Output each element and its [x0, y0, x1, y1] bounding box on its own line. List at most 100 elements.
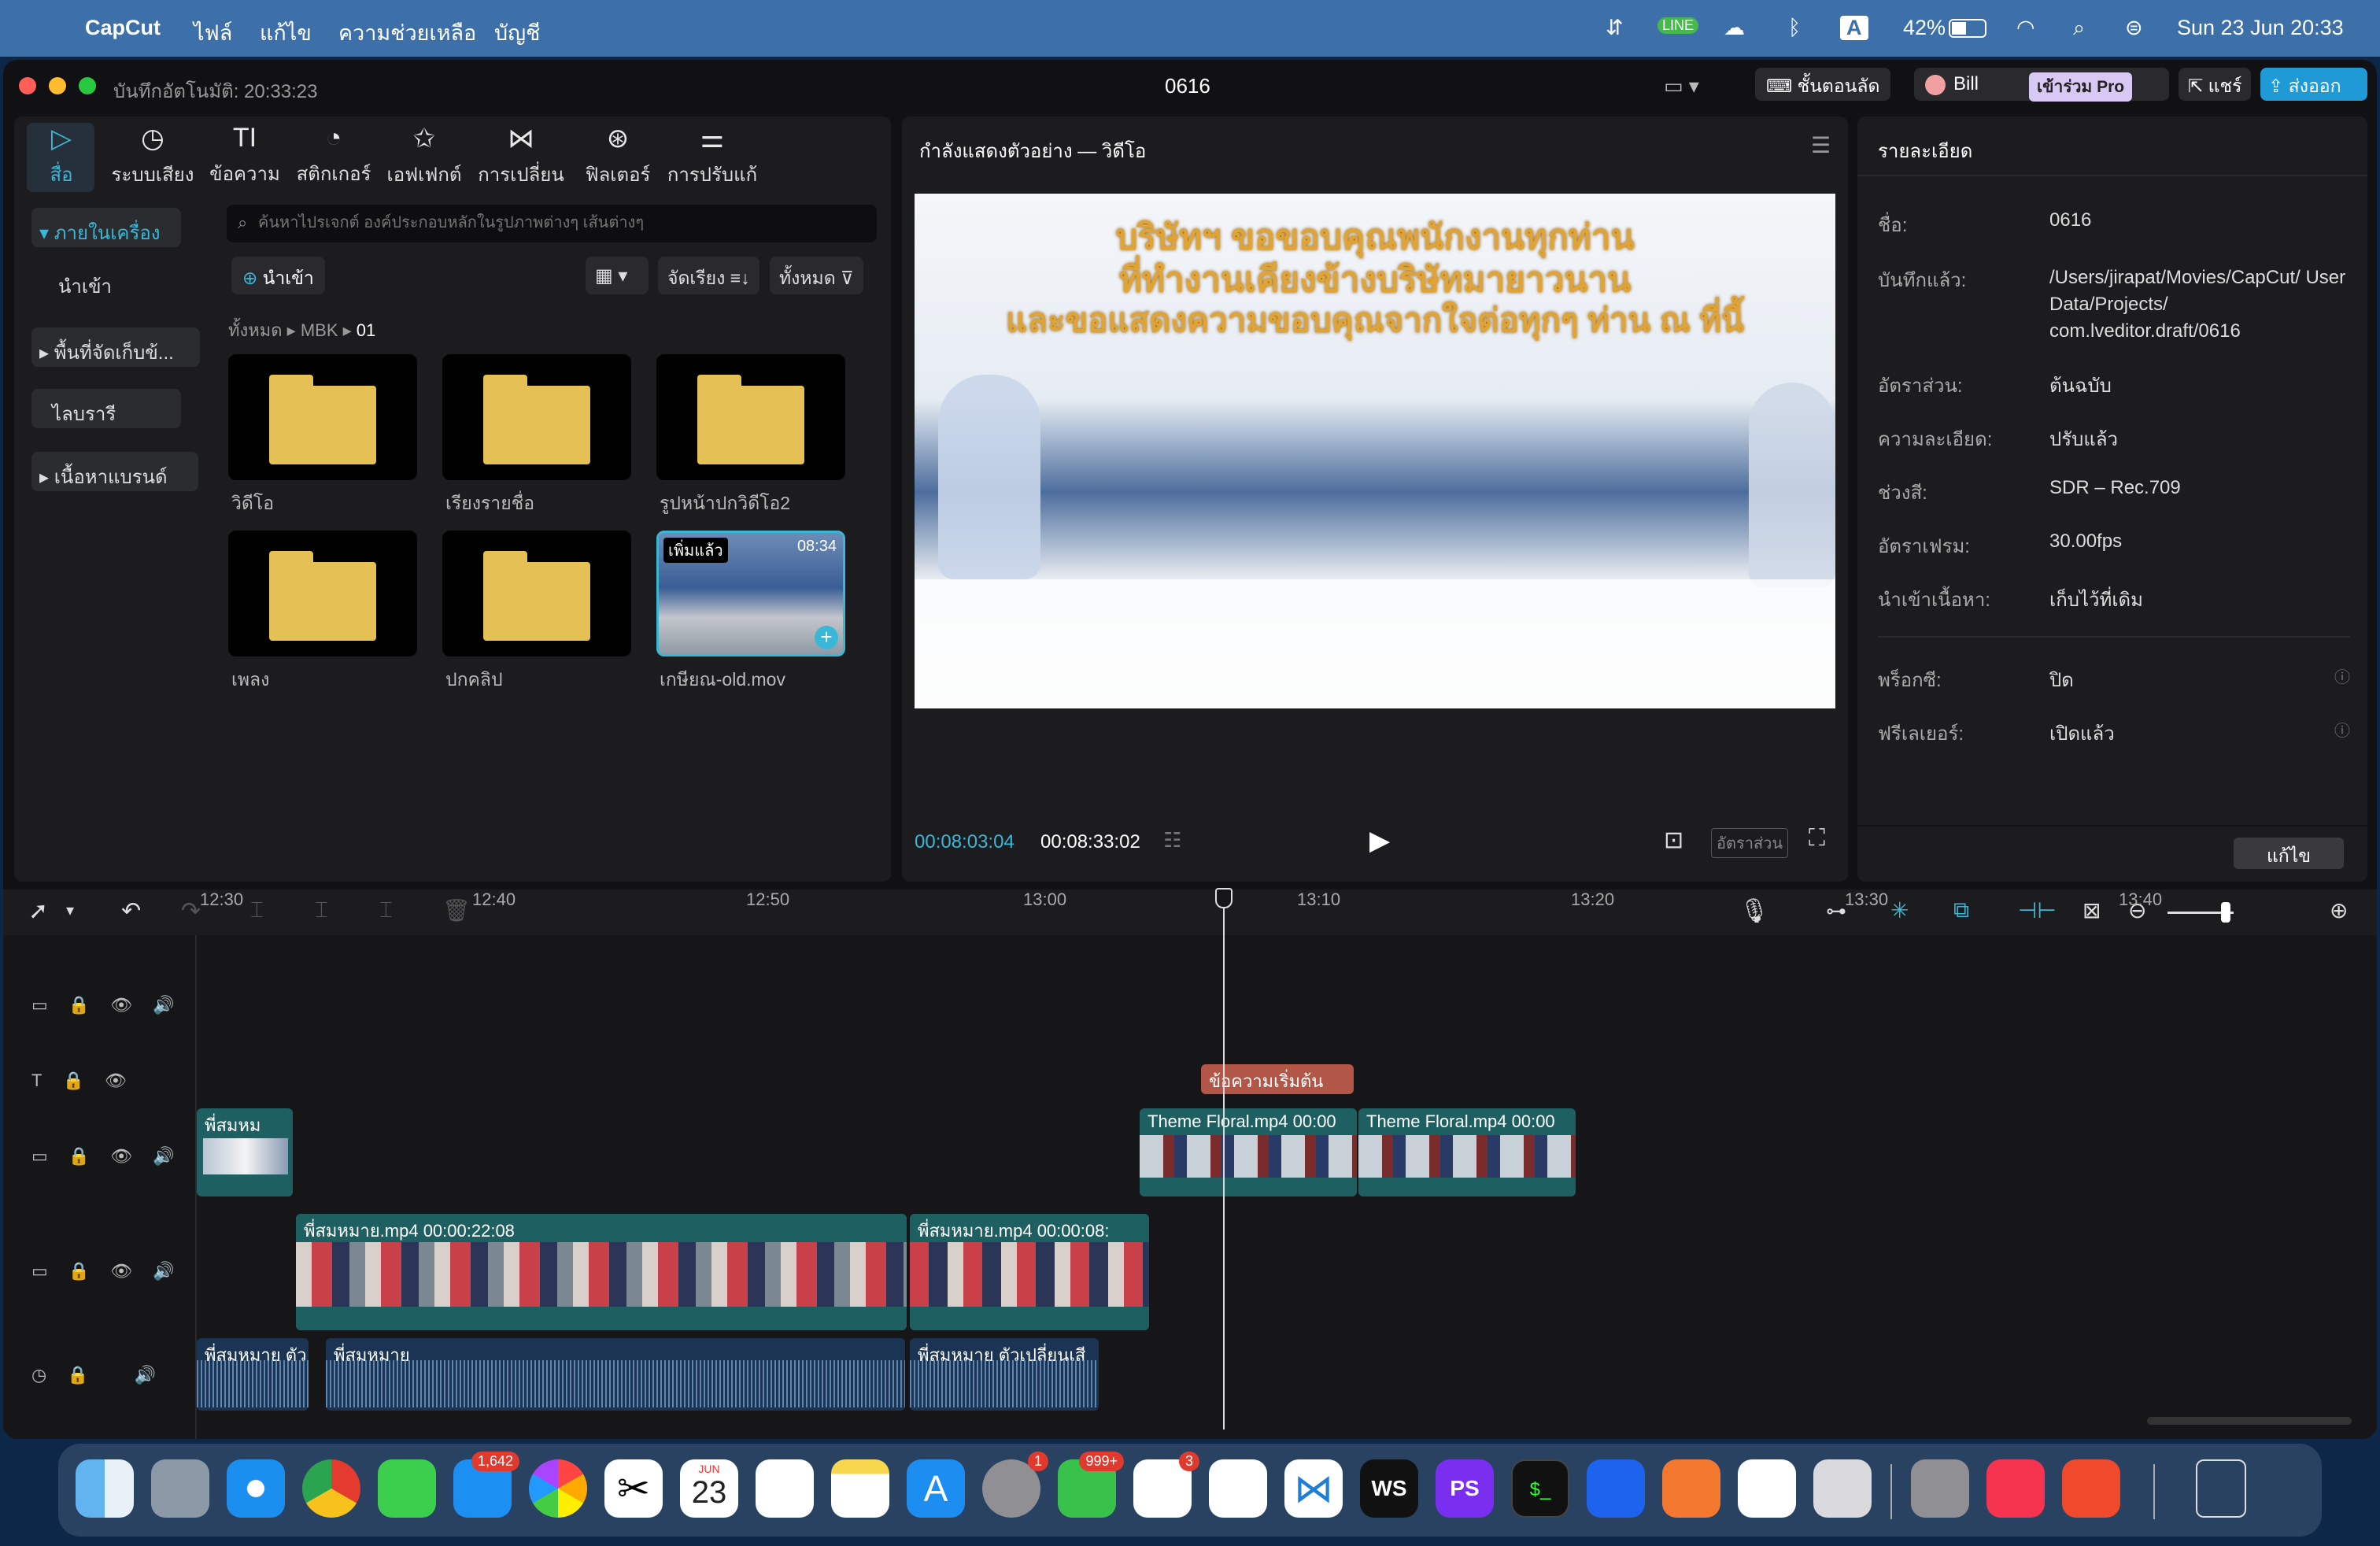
control-center-icon[interactable]: ⊜ — [2125, 16, 2143, 40]
minimize-button[interactable] — [49, 77, 66, 94]
info-icon[interactable]: ⓘ — [2334, 664, 2350, 687]
info-icon[interactable]: ⓘ — [2334, 718, 2350, 741]
filter-button[interactable]: ทั้งหมด ⊽ — [770, 257, 863, 294]
webstorm-icon[interactable]: WS — [1360, 1459, 1418, 1518]
breadcrumb-mbk[interactable]: MBK — [301, 320, 338, 340]
undo-icon[interactable]: ↶ — [121, 897, 141, 925]
notes-icon[interactable] — [831, 1459, 889, 1518]
folder-names[interactable] — [442, 354, 631, 480]
folder-cover-clip[interactable] — [442, 531, 631, 656]
main-video-clip[interactable]: พี่สมหมาย.mp4 00:00:22:08 — [296, 1214, 907, 1330]
tab-media[interactable]: ▷ สื่อ — [28, 123, 94, 190]
tab-text[interactable]: TI ข้อความ — [201, 123, 288, 189]
tab-audio[interactable]: ◷ ระบบเสียง — [104, 123, 201, 190]
wifi-icon[interactable]: ◠ — [2016, 16, 2035, 40]
system-settings-icon[interactable]: 1 — [982, 1452, 1048, 1518]
postman-icon[interactable] — [1662, 1459, 1720, 1518]
track-controls-video1[interactable]: ▭🔒👁🔊 — [31, 995, 195, 1015]
track-controls-main[interactable]: ▭🔒👁🔊 — [31, 1261, 195, 1282]
screenshot-app-icon[interactable] — [1813, 1459, 1872, 1518]
line-icon[interactable]: LINE — [1658, 17, 1699, 34]
photos-icon[interactable] — [529, 1459, 587, 1518]
terminal-icon[interactable]: $_ — [1511, 1459, 1569, 1518]
tab-effects[interactable]: ✩ เอฟเฟกต์ — [378, 123, 471, 190]
chevron-down-icon[interactable]: ▾ — [66, 901, 74, 920]
clickup-icon[interactable] — [1209, 1459, 1267, 1518]
mongodb-icon[interactable] — [1738, 1459, 1796, 1518]
audio-clip[interactable]: พี่สมหมาย ตัว — [197, 1338, 309, 1411]
play-icon[interactable]: ▶ — [1369, 825, 1390, 856]
video-preview[interactable]: บริษัทฯ ขอขอบคุณพนักงานทุกท่าน ที่ทำงานเ… — [915, 194, 1835, 708]
linkage-icon[interactable]: ⧉ — [1953, 897, 1969, 923]
search-icon[interactable]: ⌕ — [2073, 16, 2085, 41]
tab-filters[interactable]: ⊛ ฟิลเตอร์ — [575, 123, 661, 190]
app-menu[interactable]: CapCut — [85, 16, 161, 40]
sidebar-item-brand[interactable]: ▸ เนื้อหาแบรนด์ — [31, 452, 198, 491]
main-video-clip[interactable]: พี่สมหมาย.mp4 00:00:08: — [910, 1214, 1149, 1330]
video-clip[interactable]: Theme Floral.mp4 00:00 — [1140, 1108, 1357, 1196]
slack-icon[interactable]: 3 — [1133, 1452, 1199, 1518]
menu-icon[interactable]: ☰ — [1811, 132, 1831, 158]
zoom-in-icon[interactable]: ⊕ — [2330, 897, 2348, 923]
delete-icon[interactable]: 🗑 — [442, 897, 471, 923]
audio-clip[interactable]: พี่สมหมาย — [326, 1338, 905, 1411]
input-source[interactable]: A — [1840, 16, 1868, 40]
track-controls-audio[interactable]: ◷🔒 🔊 — [31, 1365, 176, 1385]
timecode-list-icon[interactable]: ☷ — [1163, 828, 1181, 853]
search-input[interactable] — [258, 211, 856, 235]
track-controls-video2[interactable]: ▭🔒👁🔊 — [31, 1146, 195, 1167]
menu-file[interactable]: ไฟล์ — [194, 16, 232, 50]
view-mode-button[interactable]: ▦ ▾ — [586, 257, 649, 294]
system-preferences-icon[interactable] — [1911, 1459, 1969, 1518]
shortcuts-button[interactable]: ⌨ ชั้นตอนลัด — [1755, 68, 1891, 101]
line-app-icon[interactable]: 999+ — [1058, 1452, 1124, 1518]
sidebar-item-library[interactable]: ไลบรารี — [31, 389, 181, 428]
close-button[interactable] — [19, 77, 36, 94]
tab-sticker[interactable]: ◔ สติกเกอร์ — [290, 123, 378, 189]
menu-edit[interactable]: แก้ไข — [260, 16, 312, 50]
split-right-icon[interactable]: ⌶ — [379, 897, 393, 923]
magnet-icon[interactable]: ✳ — [1890, 897, 1909, 923]
horizontal-scrollbar[interactable] — [2147, 1417, 2352, 1425]
split-icon[interactable]: ⌶ — [250, 897, 264, 923]
menu-account[interactable]: บัญชี — [494, 16, 540, 50]
sort-button[interactable]: จัดเรียง ≡↓ — [658, 257, 759, 294]
screenshot-icon[interactable]: ⊡ — [1664, 827, 1683, 854]
chrome-icon[interactable] — [302, 1459, 360, 1518]
account-box[interactable]: Bill เข้าร่วม Pro — [1914, 68, 2169, 102]
split-left-icon[interactable]: ⌶ — [315, 897, 328, 923]
sidebar-item-import[interactable]: นำเข้า — [58, 271, 112, 301]
layout-icon[interactable]: ▭ ▾ — [1664, 74, 1699, 98]
folder-video[interactable] — [228, 354, 417, 480]
captions-icon[interactable]: ⊠ — [2082, 897, 2101, 923]
pro-button[interactable]: เข้าร่วม Pro — [2029, 72, 2133, 102]
messages-icon[interactable] — [378, 1459, 436, 1518]
zoom-button[interactable] — [79, 77, 96, 94]
playhead-line[interactable] — [1223, 908, 1225, 1429]
audio-clip[interactable]: พี่สมหมาย ตัวเปลี่ยนเสี — [910, 1338, 1099, 1411]
edit-details-button[interactable]: แก้ไข — [2234, 838, 2344, 869]
preview-axis-icon[interactable]: ⊣⊢ — [2018, 897, 2057, 923]
reminders-icon[interactable] — [756, 1459, 814, 1518]
folder-music[interactable] — [228, 531, 417, 656]
launchpad-icon[interactable] — [151, 1459, 209, 1518]
sync-icon[interactable]: ⇵ — [1606, 16, 1624, 40]
tab-transitions[interactable]: ⋈ การเปลี่ยน — [472, 123, 570, 190]
breadcrumb-all[interactable]: ทั้งหมด — [228, 320, 283, 340]
app-store-icon[interactable]: A — [907, 1459, 965, 1518]
folder-covers[interactable] — [656, 354, 845, 480]
select-tool-icon[interactable]: ➚ — [28, 897, 48, 925]
link-icon[interactable]: ⊶ — [1826, 899, 1846, 923]
trash-icon[interactable] — [2196, 1459, 2246, 1518]
ratio-button[interactable]: อัตราส่วน — [1711, 828, 1789, 858]
video-thumbnail[interactable]: เพิ่มแล้ว 08:34 + — [656, 531, 845, 656]
bluetooth-icon[interactable]: ᛒ — [1788, 16, 1801, 40]
docker-icon[interactable] — [1587, 1459, 1645, 1518]
share-button[interactable]: ⇱ แชร์ — [2179, 68, 2252, 101]
search-box[interactable]: ⌕ — [227, 205, 877, 242]
phpstorm-icon[interactable]: PS — [1436, 1459, 1494, 1518]
export-button[interactable]: ⇪ ส่งออก — [2260, 68, 2367, 101]
tab-adjust[interactable]: ⚌ การปรับแก้ — [660, 123, 765, 190]
music-icon[interactable] — [1986, 1459, 2045, 1518]
import-button[interactable]: ⊕ นำเข้า — [231, 257, 325, 294]
